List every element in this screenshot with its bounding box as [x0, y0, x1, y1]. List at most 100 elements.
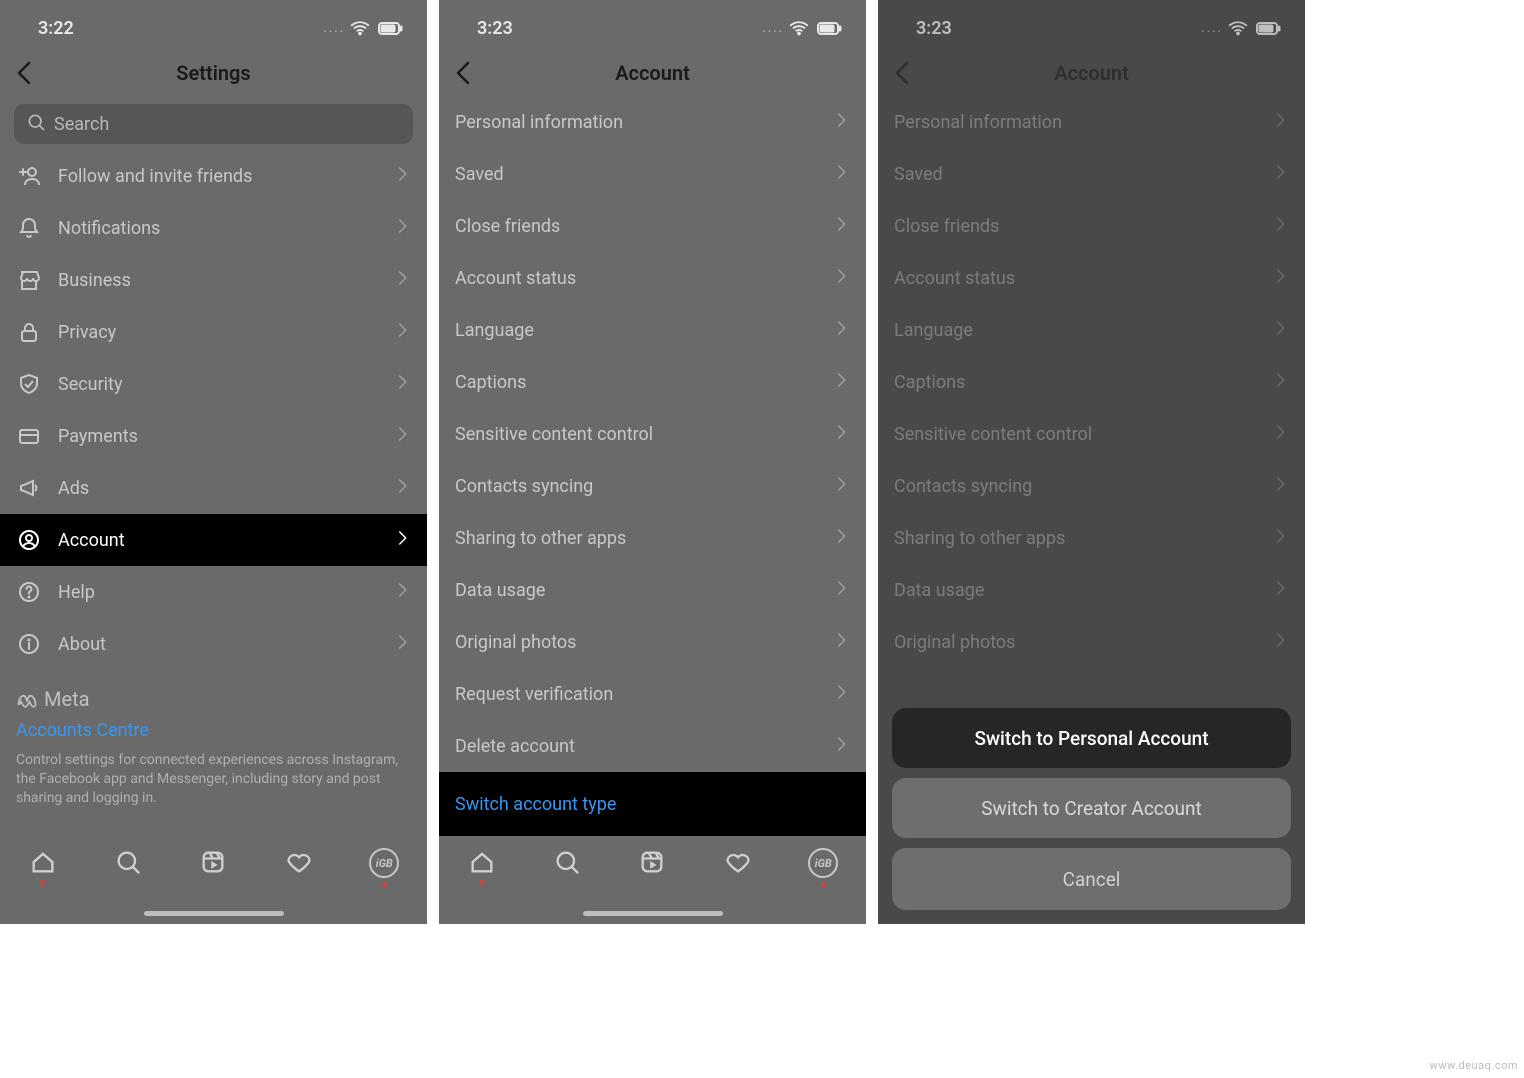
list-item[interactable]: Account status: [439, 252, 866, 304]
cellular-icon: ....: [762, 21, 784, 35]
list-item[interactable]: Follow and invite friends: [0, 150, 427, 202]
screen-account: 3:23 .... Account Personal information Sa…: [439, 0, 866, 924]
status-time: 3:22: [38, 18, 74, 39]
chevron-right-icon: [832, 523, 850, 554]
list-item[interactable]: Personal information: [439, 96, 866, 148]
search-icon: [26, 112, 46, 137]
list-item[interactable]: Privacy: [0, 306, 427, 358]
list-item-label: Ads: [58, 478, 377, 499]
user-plus-icon: [16, 164, 42, 188]
list-item[interactable]: Captions: [439, 356, 866, 408]
list-item[interactable]: Original photos: [439, 616, 866, 668]
bell-icon: [16, 216, 42, 240]
sheet-switch-personal[interactable]: Switch to Personal Account: [892, 708, 1291, 768]
chevron-right-icon: [832, 419, 850, 450]
action-sheet: Switch to Personal Account Switch to Cre…: [892, 708, 1291, 910]
profile-avatar-icon: iGB: [369, 848, 399, 878]
status-right: ....: [762, 16, 844, 40]
list-item-label: Switch account type: [455, 794, 850, 815]
chevron-right-icon: [393, 473, 411, 504]
list-item-label: Contacts syncing: [455, 476, 816, 497]
list-item[interactable]: Sensitive content control: [439, 408, 866, 460]
home-indicator: [583, 911, 723, 916]
lock-icon: [16, 320, 42, 344]
tab-home[interactable]: [23, 848, 63, 888]
card-icon: [16, 424, 42, 448]
list-item-label: Business: [58, 270, 377, 291]
list-item[interactable]: Notifications: [0, 202, 427, 254]
storefront-icon: [16, 268, 42, 292]
list-item[interactable]: Help: [0, 566, 427, 618]
tab-search[interactable]: [547, 848, 587, 888]
chevron-right-icon: [393, 213, 411, 244]
list-item-label: Language: [455, 320, 816, 341]
list-item-label: Follow and invite friends: [58, 166, 377, 187]
list-item-label: Account: [58, 530, 377, 551]
settings-list: Follow and invite friends Notifications Bu…: [0, 150, 427, 670]
page-title: Settings: [0, 61, 427, 85]
chevron-right-icon: [393, 161, 411, 192]
profile-avatar-icon: iGB: [808, 848, 838, 878]
list-item[interactable]: Security: [0, 358, 427, 410]
list-item[interactable]: Account: [0, 514, 427, 566]
list-item-label: Data usage: [455, 580, 816, 601]
list-item[interactable]: Contacts syncing: [439, 460, 866, 512]
status-right: ....: [323, 16, 405, 40]
list-item-label: Account status: [455, 268, 816, 289]
home-indicator: [144, 911, 284, 916]
list-item[interactable]: Ads: [0, 462, 427, 514]
search-input[interactable]: Search: [14, 104, 413, 144]
list-item[interactable]: Language: [439, 304, 866, 356]
list-item[interactable]: Switch account type: [439, 772, 866, 836]
back-button[interactable]: [10, 59, 38, 87]
list-item-label: Delete account: [455, 736, 816, 757]
account-list: Personal information Saved Close friends Ac…: [439, 96, 866, 836]
battery-icon: [814, 16, 844, 40]
chevron-right-icon: [832, 679, 850, 710]
page-title: Account: [439, 61, 866, 85]
list-item[interactable]: About: [0, 618, 427, 670]
chevron-right-icon: [393, 421, 411, 452]
list-item[interactable]: Data usage: [439, 564, 866, 616]
status-bar: 3:22 ....: [0, 0, 427, 50]
status-time: 3:23: [477, 18, 513, 39]
wifi-icon: [788, 17, 810, 39]
list-item[interactable]: Saved: [439, 148, 866, 200]
chevron-right-icon: [832, 367, 850, 398]
list-item-label: About: [58, 634, 377, 655]
chevron-right-icon: [393, 525, 411, 556]
list-item[interactable]: Payments: [0, 410, 427, 462]
chevron-right-icon: [832, 107, 850, 138]
tab-activity[interactable]: [279, 848, 319, 888]
chevron-right-icon: [393, 317, 411, 348]
tab-home[interactable]: [462, 848, 502, 888]
list-item[interactable]: Business: [0, 254, 427, 306]
list-item[interactable]: Sharing to other apps: [439, 512, 866, 564]
list-item[interactable]: Close friends: [439, 200, 866, 252]
list-item-label: Close friends: [455, 216, 816, 237]
sheet-group: Switch to Creator Account: [892, 778, 1291, 838]
tab-search[interactable]: [108, 848, 148, 888]
chevron-right-icon: [393, 265, 411, 296]
list-item-label: Saved: [455, 164, 816, 185]
chevron-right-icon: [832, 159, 850, 190]
chevron-right-icon: [832, 315, 850, 346]
tab-activity[interactable]: [718, 848, 758, 888]
tab-reels[interactable]: [193, 848, 233, 888]
list-item[interactable]: Request verification: [439, 668, 866, 720]
accounts-centre-link[interactable]: Accounts Centre: [16, 719, 411, 743]
tab-profile[interactable]: iGB: [364, 848, 404, 888]
chevron-right-icon: [832, 263, 850, 294]
tab-profile[interactable]: iGB: [803, 848, 843, 888]
chevron-right-icon: [832, 211, 850, 242]
wifi-icon: [349, 17, 371, 39]
back-button[interactable]: [449, 59, 477, 87]
sheet-cancel[interactable]: Cancel: [892, 848, 1291, 910]
chevron-right-icon: [832, 471, 850, 502]
list-item-label: Sensitive content control: [455, 424, 816, 445]
sheet-switch-creator[interactable]: Switch to Creator Account: [892, 778, 1291, 838]
cellular-icon: ....: [323, 21, 345, 35]
list-item[interactable]: Delete account: [439, 720, 866, 772]
tab-reels[interactable]: [632, 848, 672, 888]
meta-logo: Meta: [16, 686, 411, 713]
